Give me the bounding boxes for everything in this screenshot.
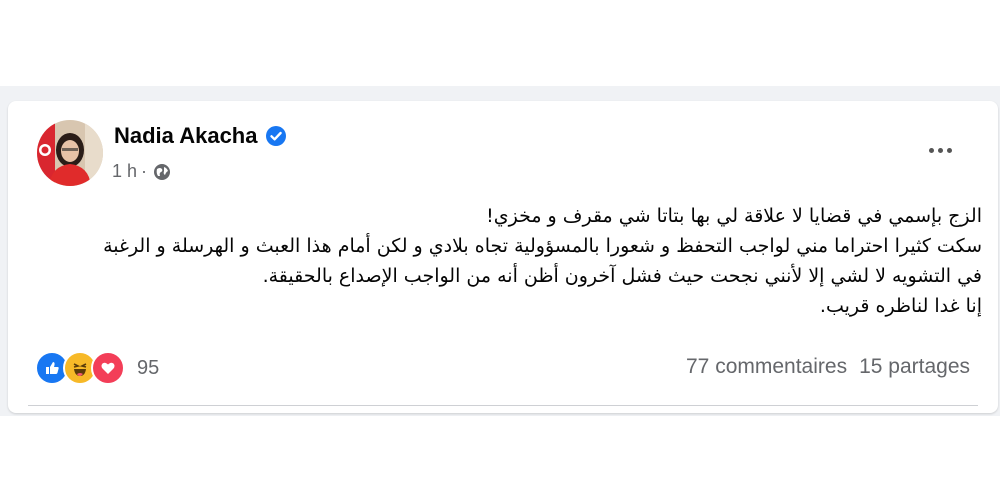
reactions-summary[interactable]: 95 [35,351,159,385]
avatar[interactable] [37,120,103,186]
post-text-line: الزج بإسمي في قضايا لا علاقة لي بها بتات… [486,205,982,227]
author-name[interactable]: Nadia Akacha [114,123,257,149]
post-stats: 77 commentaires 15 partages [686,355,970,379]
avatar-image [37,120,103,186]
shares-count[interactable]: 15 partages [859,355,970,379]
comments-count[interactable]: 77 commentaires [686,355,847,379]
meta-separator: · [141,161,148,181]
globe-icon[interactable] [153,163,171,181]
post-text-line: إنا غدا لناظره قريب. [819,295,982,317]
post-meta: 1 h · [112,161,171,182]
reaction-count: 95 [137,356,160,379]
divider [28,405,978,406]
post-text: الزج بإسمي في قضايا لا علاقة لي بها بتات… [38,201,982,321]
verified-badge-icon [265,125,287,147]
love-icon [91,351,125,385]
post-text-line: سكت كثيرا احتراما مني لواجب التحفظ و شعو… [103,235,982,257]
top-band [0,0,1000,86]
post-card: Nadia Akacha 1 h · الزج بإسمي في قضايا ل… [8,101,998,413]
more-options-icon[interactable] [920,139,960,161]
post-text-line: في التشويه لا لشي إلا لأنني نجحت حيث فشل… [262,265,982,287]
author-row: Nadia Akacha [114,123,287,149]
post-time[interactable]: 1 h [112,161,137,182]
